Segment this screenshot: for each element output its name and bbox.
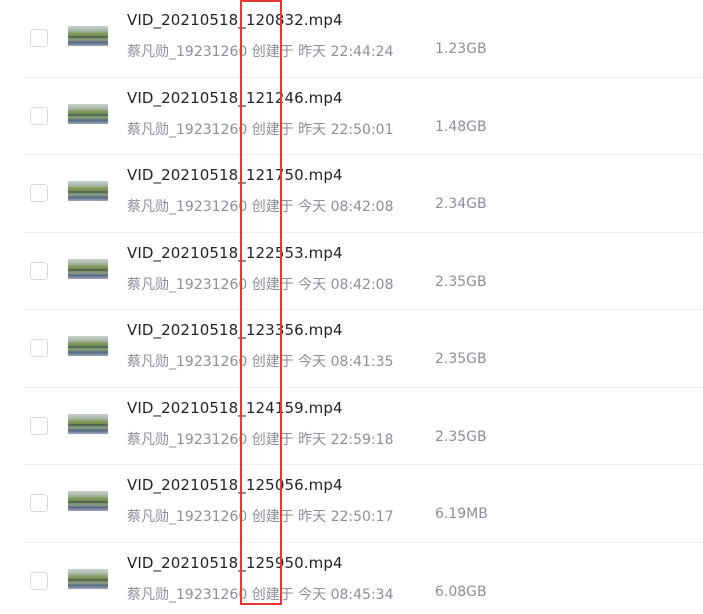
- file-name[interactable]: VID_20210518_122553.mp4: [127, 244, 343, 262]
- file-row[interactable]: VID_20210518_121246.mp4 蔡凡勋_19231260 创建于…: [24, 78, 703, 155]
- file-owner: 蔡凡勋_19231260: [127, 276, 248, 293]
- created-time: 今天 08:42:08: [298, 199, 394, 215]
- created-time: 昨天 22:50:17: [298, 509, 394, 525]
- created-label: 创建于: [251, 44, 294, 60]
- row-checkbox[interactable]: [30, 29, 48, 47]
- file-owner: 蔡凡勋_19231260: [127, 354, 248, 370]
- row-checkbox[interactable]: [30, 261, 48, 280]
- video-thumbnail[interactable]: [68, 336, 108, 356]
- file-meta: 蔡凡勋_19231260 创建于 昨天 22:50:17: [127, 506, 394, 526]
- file-size: 2.35GB: [435, 428, 487, 445]
- file-meta: 蔡凡勋_19231260 创建于 今天 08:42:08: [127, 274, 394, 294]
- file-name[interactable]: VID_20210518_125056.mp4: [127, 476, 343, 494]
- created-label: 创建于: [251, 431, 294, 448]
- file-list: VID_20210518_120832.mp4 蔡凡勋_19231260 创建于…: [0, 0, 703, 614]
- created-label: 创建于: [251, 586, 294, 603]
- video-thumbnail[interactable]: [68, 258, 108, 279]
- file-meta: 蔡凡勋_19231260 创建于 今天 08:41:35: [127, 351, 394, 371]
- file-owner: 蔡凡勋_19231260: [127, 121, 248, 138]
- file-meta: 蔡凡勋_19231260 创建于 昨天 22:50:01: [127, 119, 394, 139]
- file-size: 6.08GB: [435, 583, 487, 600]
- created-label: 创建于: [251, 509, 294, 525]
- file-name[interactable]: VID_20210518_121750.mp4: [127, 166, 343, 184]
- video-thumbnail[interactable]: [68, 103, 108, 124]
- file-row[interactable]: VID_20210518_123356.mp4 蔡凡勋_19231260 创建于…: [24, 310, 703, 388]
- file-meta: 蔡凡勋_19231260 创建于 今天 08:45:34: [127, 584, 394, 604]
- created-time: 今天 08:42:08: [298, 276, 394, 293]
- row-checkbox[interactable]: [30, 416, 48, 435]
- file-size: 2.35GB: [435, 273, 487, 290]
- file-row[interactable]: VID_20210518_124159.mp4 蔡凡勋_19231260 创建于…: [24, 388, 703, 465]
- file-name[interactable]: VID_20210518_120832.mp4: [127, 11, 343, 29]
- file-row[interactable]: VID_20210518_125950.mp4 蔡凡勋_19231260 创建于…: [24, 543, 703, 614]
- file-name[interactable]: VID_20210518_124159.mp4: [127, 399, 343, 417]
- video-thumbnail[interactable]: [68, 491, 108, 511]
- file-name[interactable]: VID_20210518_121246.mp4: [127, 89, 343, 107]
- row-checkbox[interactable]: [30, 106, 48, 125]
- created-time: 昨天 22:50:01: [298, 121, 394, 138]
- file-owner: 蔡凡勋_19231260: [127, 509, 248, 525]
- created-time: 今天 08:41:35: [298, 354, 394, 370]
- video-thumbnail[interactable]: [68, 568, 108, 589]
- file-row[interactable]: VID_20210518_125056.mp4 蔡凡勋_19231260 创建于…: [24, 465, 703, 543]
- file-meta: 蔡凡勋_19231260 创建于 昨天 22:59:18: [127, 429, 394, 449]
- created-time: 昨天 22:44:24: [298, 44, 394, 60]
- file-row[interactable]: VID_20210518_120832.mp4 蔡凡勋_19231260 创建于…: [24, 0, 703, 78]
- file-size: 6.19MB: [435, 506, 488, 522]
- row-checkbox[interactable]: [30, 339, 48, 357]
- video-thumbnail[interactable]: [68, 413, 108, 434]
- row-checkbox[interactable]: [30, 571, 48, 590]
- file-owner: 蔡凡勋_19231260: [127, 431, 248, 448]
- created-time: 今天 08:45:34: [298, 586, 394, 603]
- file-size: 1.48GB: [435, 118, 487, 135]
- row-checkbox[interactable]: [30, 184, 48, 202]
- file-owner: 蔡凡勋_19231260: [127, 44, 248, 60]
- file-size: 1.23GB: [435, 41, 487, 57]
- file-row[interactable]: VID_20210518_122553.mp4 蔡凡勋_19231260 创建于…: [24, 233, 703, 310]
- created-label: 创建于: [251, 276, 294, 293]
- file-list-page: VID_20210518_120832.mp4 蔡凡勋_19231260 创建于…: [0, 0, 703, 614]
- video-thumbnail[interactable]: [68, 181, 108, 201]
- video-thumbnail[interactable]: [68, 26, 108, 46]
- file-meta: 蔡凡勋_19231260 创建于 昨天 22:44:24: [127, 41, 394, 61]
- created-time: 昨天 22:59:18: [298, 431, 394, 448]
- created-label: 创建于: [251, 121, 294, 138]
- file-size: 2.34GB: [435, 196, 487, 212]
- created-label: 创建于: [251, 199, 294, 215]
- file-size: 2.35GB: [435, 351, 487, 367]
- file-meta: 蔡凡勋_19231260 创建于 今天 08:42:08: [127, 196, 394, 216]
- row-checkbox[interactable]: [30, 494, 48, 512]
- file-owner: 蔡凡勋_19231260: [127, 199, 248, 215]
- file-name[interactable]: VID_20210518_125950.mp4: [127, 554, 343, 572]
- file-name[interactable]: VID_20210518_123356.mp4: [127, 321, 343, 339]
- file-owner: 蔡凡勋_19231260: [127, 586, 248, 603]
- file-row[interactable]: VID_20210518_121750.mp4 蔡凡勋_19231260 创建于…: [24, 155, 703, 233]
- created-label: 创建于: [251, 354, 294, 370]
